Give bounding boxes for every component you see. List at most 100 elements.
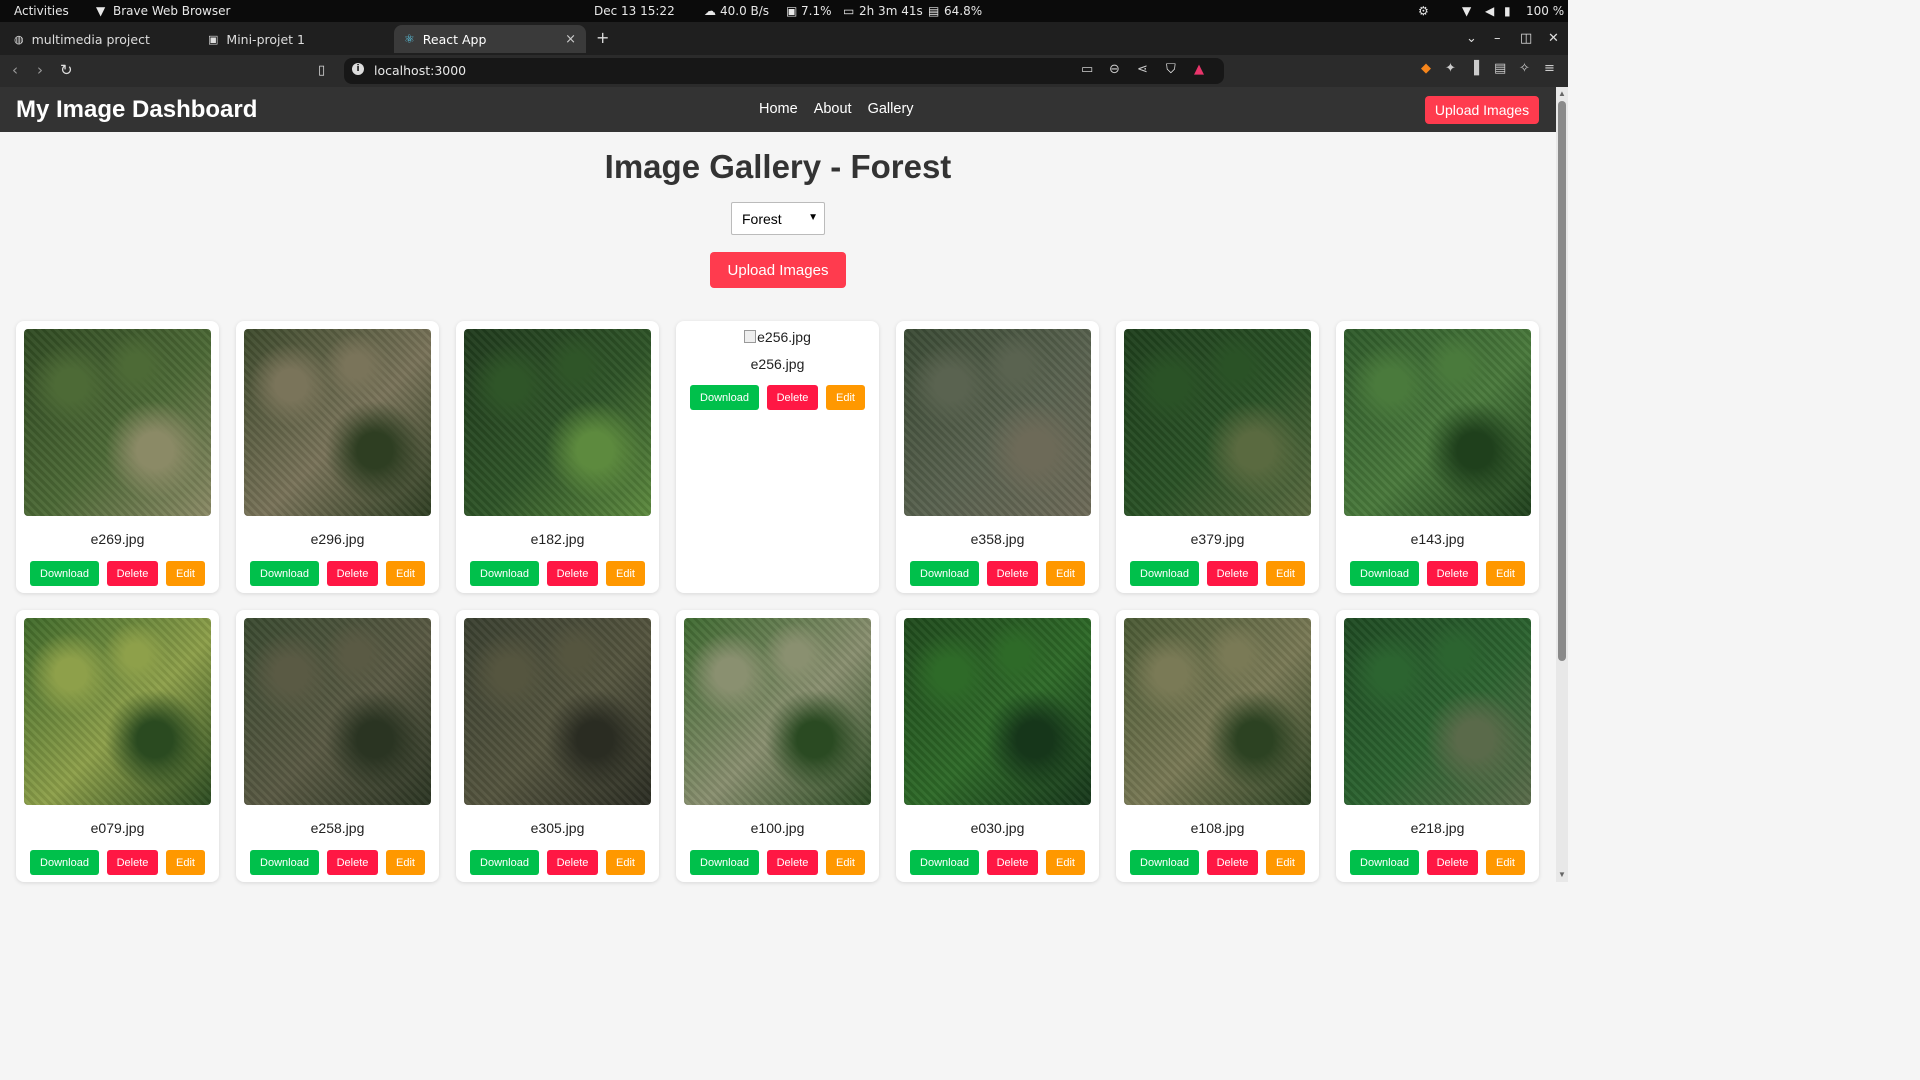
download-button[interactable]: Download	[690, 385, 759, 410]
leo-icon[interactable]: ✧	[1519, 61, 1530, 76]
edit-button[interactable]: Edit	[166, 850, 205, 875]
download-button[interactable]: Download	[1130, 561, 1199, 586]
delete-button[interactable]: Delete	[767, 850, 818, 875]
edit-button[interactable]: Edit	[1266, 561, 1305, 586]
download-button[interactable]: Download	[910, 850, 979, 875]
image-thumbnail[interactable]	[1124, 618, 1311, 805]
scroll-up-icon[interactable]: ▲	[1558, 89, 1566, 98]
minimize-icon[interactable]: –	[1494, 31, 1501, 46]
edit-button[interactable]: Edit	[826, 850, 865, 875]
upload-images-button[interactable]: Upload Images	[710, 252, 846, 288]
volume-icon[interactable]: ◀	[1485, 4, 1494, 18]
tab-react-app[interactable]: ⚛ React App ×	[394, 25, 586, 53]
download-button[interactable]: Download	[910, 561, 979, 586]
nav-gallery[interactable]: Gallery	[868, 101, 914, 117]
clock[interactable]: Dec 13 15:22	[594, 4, 675, 18]
edit-button[interactable]: Edit	[1046, 850, 1085, 875]
image-thumbnail[interactable]	[1124, 329, 1311, 516]
edit-button[interactable]: Edit	[166, 561, 205, 586]
edit-button[interactable]: Edit	[606, 850, 645, 875]
download-button[interactable]: Download	[250, 561, 319, 586]
download-button[interactable]: Download	[30, 561, 99, 586]
forward-icon[interactable]: ›	[37, 61, 43, 79]
download-button[interactable]: Download	[30, 850, 99, 875]
image-thumbnail[interactable]	[244, 329, 431, 516]
download-button[interactable]: Download	[470, 850, 539, 875]
edit-button[interactable]: Edit	[1486, 561, 1525, 586]
image-thumbnail[interactable]	[1344, 329, 1531, 516]
image-thumbnail[interactable]	[24, 329, 211, 516]
extensions-icon[interactable]: ✦	[1445, 61, 1456, 76]
share-icon[interactable]: ⋖	[1137, 62, 1148, 77]
delete-button[interactable]: Delete	[327, 850, 378, 875]
restore-icon[interactable]: ◫	[1520, 31, 1532, 46]
edit-button[interactable]: Edit	[606, 561, 645, 586]
delete-button[interactable]: Delete	[107, 850, 158, 875]
wallet-icon[interactable]: ▤	[1494, 61, 1506, 76]
delete-button[interactable]: Delete	[1207, 850, 1258, 875]
page-scrollbar[interactable]: ▲ ▼	[1556, 87, 1568, 882]
delete-button[interactable]: Delete	[547, 561, 598, 586]
delete-button[interactable]: Delete	[767, 385, 818, 410]
edit-button[interactable]: Edit	[386, 850, 425, 875]
cast-icon[interactable]: ▭	[1081, 62, 1093, 77]
brave-shields-icon[interactable]: ⛉	[1166, 62, 1176, 77]
download-button[interactable]: Download	[1130, 850, 1199, 875]
delete-button[interactable]: Delete	[1427, 561, 1478, 586]
tab-multimedia-project[interactable]: ◍ multimedia project	[4, 25, 194, 53]
edit-button[interactable]: Edit	[1266, 850, 1305, 875]
close-window-icon[interactable]: ✕	[1548, 31, 1559, 46]
image-thumbnail[interactable]	[904, 329, 1091, 516]
wifi-icon[interactable]: ▼	[1462, 4, 1471, 18]
reload-icon[interactable]: ↻	[60, 61, 73, 79]
delete-button[interactable]: Delete	[1427, 850, 1478, 875]
tab-search-icon[interactable]: ⌄	[1466, 31, 1477, 46]
download-button[interactable]: Download	[250, 850, 319, 875]
metamask-icon[interactable]: ◆	[1421, 61, 1431, 76]
edit-button[interactable]: Edit	[386, 561, 425, 586]
scrollbar-thumb[interactable]	[1558, 101, 1566, 661]
brave-rewards-icon[interactable]: ▲	[1194, 62, 1204, 77]
image-thumbnail[interactable]	[244, 618, 431, 805]
close-tab-icon[interactable]: ×	[565, 32, 576, 47]
delete-button[interactable]: Delete	[987, 561, 1038, 586]
image-thumbnail[interactable]	[684, 618, 871, 805]
net-speed: 40.0 B/s	[720, 4, 770, 18]
nav-about[interactable]: About	[814, 101, 852, 117]
app-name[interactable]: Brave Web Browser	[113, 4, 230, 18]
sidebar-icon[interactable]: ▐	[1469, 61, 1479, 76]
scroll-down-icon[interactable]: ▼	[1558, 870, 1566, 879]
new-tab-button[interactable]: +	[596, 28, 609, 47]
url-text[interactable]: localhost:3000	[374, 63, 466, 78]
menu-icon[interactable]: ≡	[1544, 61, 1555, 76]
category-select[interactable]: Forest ▼	[731, 202, 825, 235]
image-thumbnail[interactable]	[1344, 618, 1531, 805]
zoom-icon[interactable]: ⊖	[1109, 62, 1120, 77]
delete-button[interactable]: Delete	[547, 850, 598, 875]
tab-mini-projet[interactable]: ▣ Mini-projet 1	[198, 25, 388, 53]
battery-icon[interactable]: ▮	[1504, 4, 1511, 18]
edit-button[interactable]: Edit	[1486, 850, 1525, 875]
extensions-icon[interactable]: ⚙	[1418, 4, 1429, 18]
delete-button[interactable]: Delete	[327, 561, 378, 586]
edit-button[interactable]: Edit	[826, 385, 865, 410]
nav-home[interactable]: Home	[759, 101, 798, 117]
download-button[interactable]: Download	[690, 850, 759, 875]
bookmark-icon[interactable]: ▯	[318, 63, 325, 78]
download-button[interactable]: Download	[1350, 850, 1419, 875]
activities-button[interactable]: Activities	[14, 4, 69, 18]
delete-button[interactable]: Delete	[987, 850, 1038, 875]
image-thumbnail[interactable]	[464, 618, 651, 805]
image-thumbnail[interactable]	[464, 329, 651, 516]
image-thumbnail[interactable]	[24, 618, 211, 805]
back-icon[interactable]: ‹	[12, 61, 18, 79]
image-thumbnail[interactable]	[904, 618, 1091, 805]
edit-button[interactable]: Edit	[1046, 561, 1085, 586]
header-upload-button[interactable]: Upload Images	[1425, 96, 1539, 124]
delete-button[interactable]: Delete	[107, 561, 158, 586]
url-field[interactable]: i localhost:3000 ▭ ⊖ ⋖ ⛉ ▲	[344, 58, 1224, 84]
download-button[interactable]: Download	[470, 561, 539, 586]
delete-button[interactable]: Delete	[1207, 561, 1258, 586]
site-info-icon[interactable]: i	[352, 63, 364, 75]
download-button[interactable]: Download	[1350, 561, 1419, 586]
